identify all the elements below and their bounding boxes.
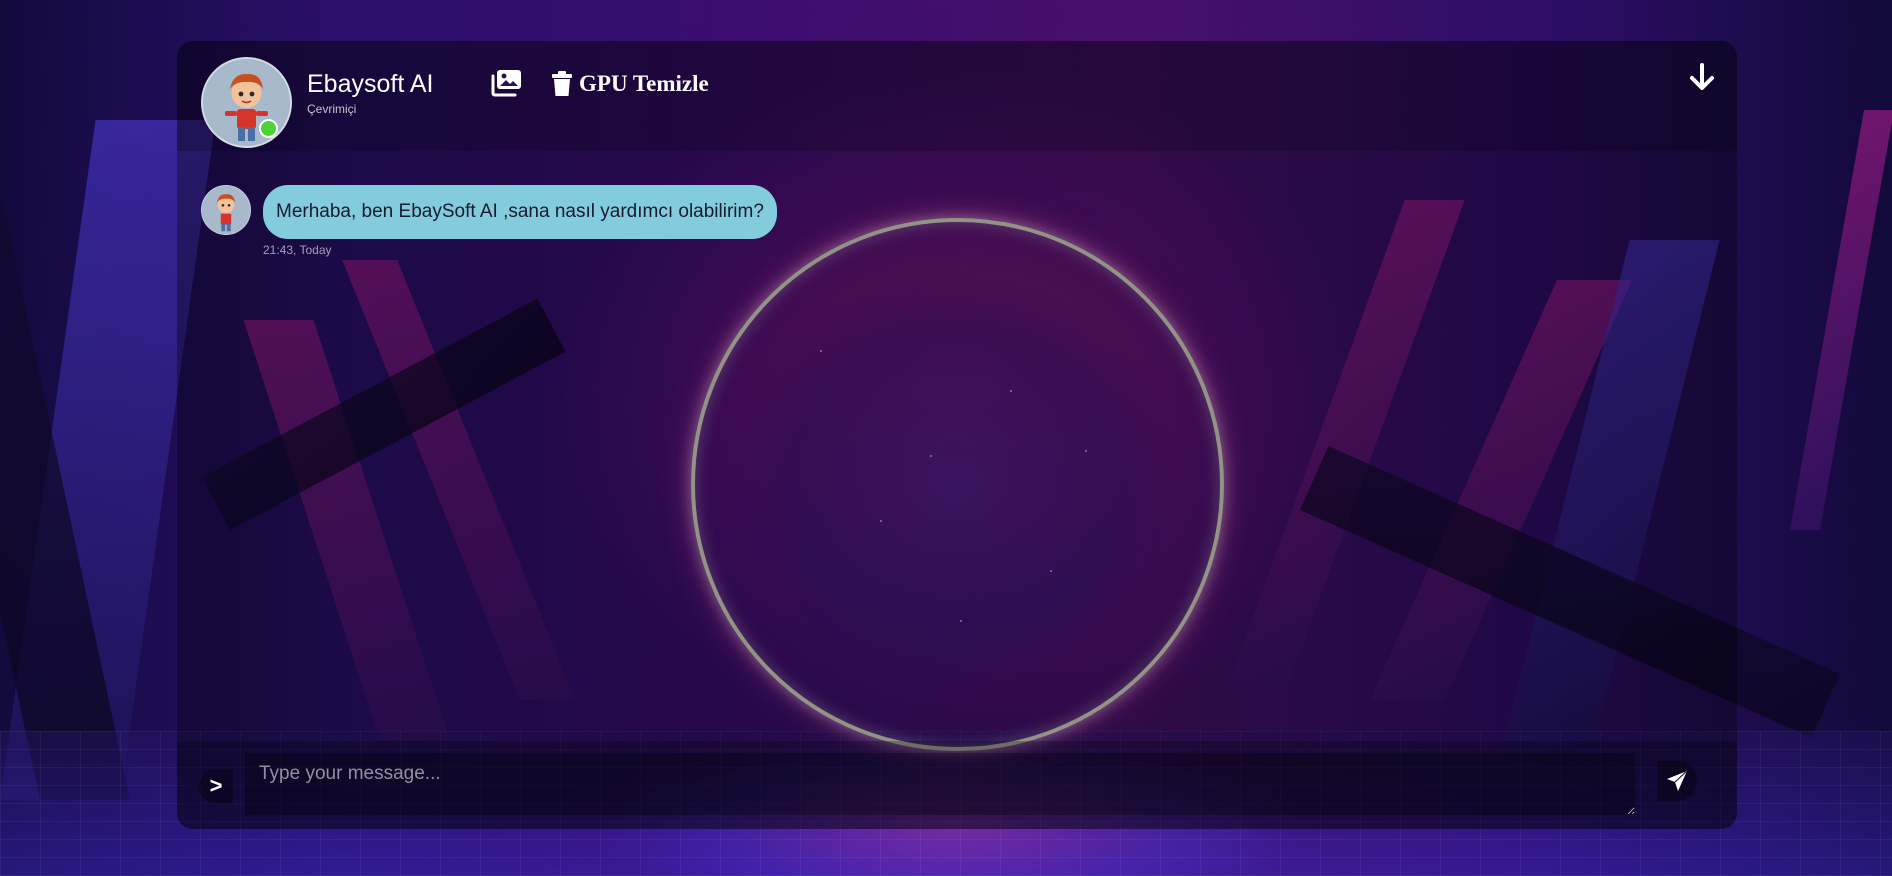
clear-gpu-button[interactable]: GPU Temizle [551,68,709,100]
cartoon-boy-avatar [202,186,250,234]
message-input[interactable] [245,753,1635,815]
bot-name: Ebaysoft AI [307,70,434,98]
clear-gpu-label: GPU Temizle [579,71,709,96]
message-bubble: Merhaba, ben EbaySoft AI ,sana nasıl yar… [263,185,777,239]
message-timestamp: 21:43, Today [263,243,332,257]
bot-status: Çevrimiçi [307,102,357,116]
chat-header: Ebaysoft AI Çevrimiçi GPU Temizle [177,41,1737,151]
scroll-down-button[interactable] [1689,63,1715,93]
cartoon-boy-avatar [203,59,290,146]
message-avatar [201,185,251,235]
arrow-down-icon [1690,63,1714,90]
images-button[interactable] [491,69,523,97]
chat-window: Ebaysoft AI Çevrimiçi GPU Temizle Merhab… [177,41,1737,829]
send-button[interactable] [1657,761,1697,801]
bot-avatar [201,57,292,148]
crystal-shape [1790,110,1892,530]
images-icon [491,70,521,97]
online-status-indicator [259,119,278,138]
paper-plane-icon [1667,770,1688,791]
trash-icon [552,71,572,96]
composer: > [177,741,1737,829]
attach-button[interactable]: > [199,769,233,803]
